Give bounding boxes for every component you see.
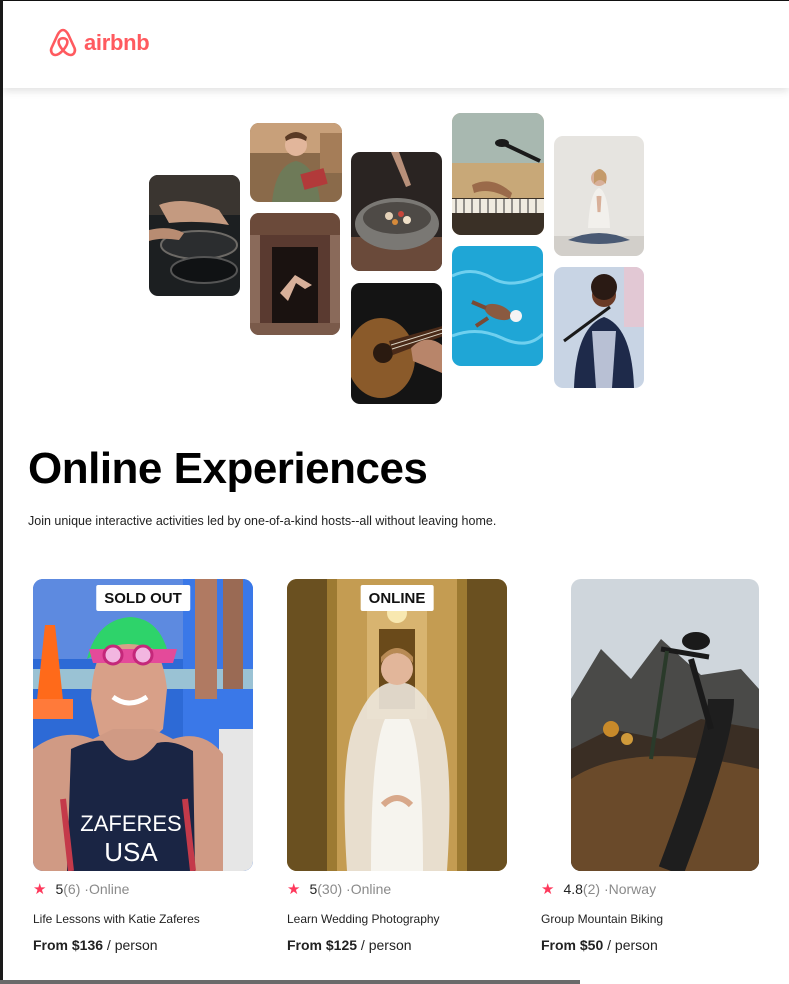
brand-name: airbnb [84, 30, 150, 55]
airbnb-logo-link[interactable]: airbnb [47, 26, 150, 60]
gallery-photo-cooking [149, 175, 240, 296]
status-badge: SOLD OUT [96, 585, 190, 611]
card-rating-row: ★ 4.8 (2) · Norway [541, 880, 771, 898]
gallery-photo-swimmer [452, 246, 543, 366]
card-price: From $125 / person [287, 937, 517, 953]
gallery-photo-yoga [554, 136, 644, 256]
gallery-photo-piano [452, 113, 544, 235]
price-amount: From $136 [33, 937, 104, 953]
price-unit: person [114, 937, 158, 953]
price-separator: / [103, 937, 115, 953]
star-icon: ★ [33, 881, 47, 898]
price-unit: person [368, 937, 412, 953]
status-badge: ONLINE [360, 585, 434, 611]
card-price: From $50 / person [541, 937, 771, 953]
rating-value: 5 [55, 881, 64, 897]
page-subtitle: Join unique interactive activities led b… [28, 514, 497, 528]
card-title: Group Mountain Biking [541, 912, 664, 926]
airbnb-logo-icon [49, 28, 77, 57]
page-title: Online Experiences [28, 444, 428, 493]
experience-card[interactable]: ONLINE ★ 5 (30) · Online Learn Wedding Pho… [287, 579, 517, 953]
gallery-photo-singer [554, 267, 644, 388]
card-photo-mountain-bike[interactable] [571, 579, 759, 871]
card-location: Online [88, 881, 130, 897]
price-separator: / [603, 937, 615, 953]
review-count: (2) [582, 881, 601, 897]
shirt-text-name: ZAFERES [80, 811, 181, 836]
review-count: (6) [63, 881, 81, 897]
experience-card[interactable]: ★ 4.8 (2) · Norway Group Mountain Biking F… [541, 579, 771, 953]
rating-value: 4.8 [563, 881, 583, 897]
card-location: Norway [608, 881, 657, 897]
window-bottom-border [0, 980, 580, 984]
card-rating-row: ★ 5 (30) · Online [287, 880, 517, 898]
price-amount: From $125 [287, 937, 358, 953]
window-left-border [0, 0, 3, 984]
card-title: Life Lessons with Katie Zaferes [33, 912, 200, 926]
card-rating-row: ★ 5 (6) · Online [33, 880, 263, 898]
star-icon: ★ [541, 881, 555, 898]
card-photo-swimmer[interactable]: ZAFERES USA SOLD OUT [33, 579, 253, 871]
experience-card[interactable]: ZAFERES USA SOLD OUT ★ 5 (6) · Online Life… [33, 579, 263, 953]
review-count: (30) [317, 881, 343, 897]
rating-value: 5 [309, 881, 318, 897]
card-title: Learn Wedding Photography [287, 912, 440, 926]
star-icon: ★ [287, 881, 301, 898]
card-price: From $136 / person [33, 937, 263, 953]
price-amount: From $50 [541, 937, 604, 953]
gallery-photo-woman-book [250, 123, 342, 202]
shirt-text-country: USA [104, 837, 158, 867]
gallery-photo-food-bowl [351, 152, 442, 271]
card-photo-bride[interactable]: ONLINE [287, 579, 507, 871]
card-location: Online [350, 881, 392, 897]
price-separator: / [357, 937, 369, 953]
gallery-photo-guitar [351, 283, 442, 404]
price-unit: person [614, 937, 658, 953]
gallery-photo-dancer [250, 213, 340, 335]
top-navbar: airbnb [3, 0, 789, 88]
